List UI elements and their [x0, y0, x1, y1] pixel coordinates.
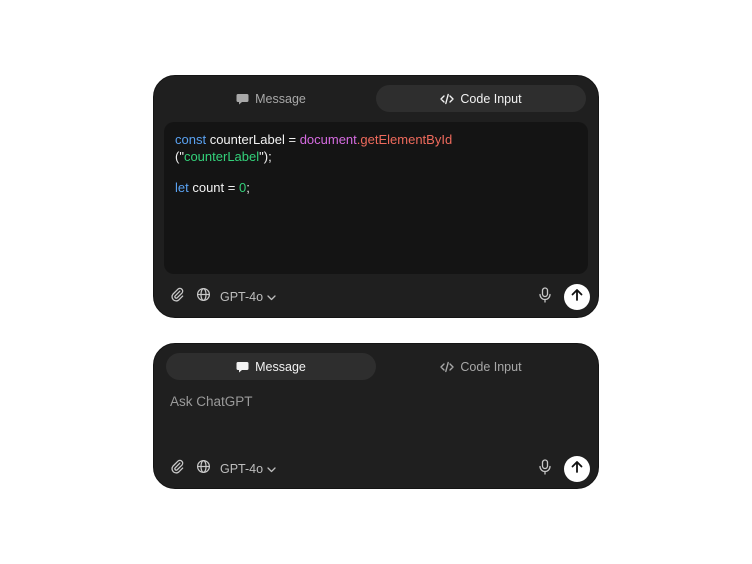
code-editor[interactable]: const counterLabel = document.getElement… [164, 122, 588, 274]
code-line-2: ("counterLabel"); [175, 149, 577, 166]
tab-label: Code Input [460, 359, 522, 374]
message-input[interactable] [170, 394, 530, 409]
voice-input-button[interactable] [534, 457, 556, 481]
web-search-button[interactable] [192, 285, 214, 309]
tab-message[interactable]: Message [166, 85, 376, 112]
globe-icon [196, 459, 211, 479]
arrow-up-icon [570, 460, 584, 479]
chat-bubble-icon [236, 93, 249, 105]
code-token: const [175, 132, 207, 147]
paperclip-icon [170, 287, 185, 307]
microphone-icon [539, 458, 551, 480]
web-search-button[interactable] [192, 457, 214, 481]
send-button[interactable] [564, 284, 590, 310]
attach-button[interactable] [166, 285, 188, 309]
paperclip-icon [170, 459, 185, 479]
code-line-1: const counterLabel = document.getElement… [175, 132, 577, 149]
composer-toolbar: GPT-4o [154, 456, 598, 482]
chevron-down-icon [267, 290, 276, 304]
code-token: counterLabel = [206, 132, 300, 147]
code-token: document [299, 132, 357, 147]
tab-label: Code Input [460, 91, 522, 106]
chat-bubble-icon [236, 361, 249, 373]
model-selector[interactable]: GPT-4o [220, 457, 276, 481]
composer-toolbar: GPT-4o [154, 284, 598, 310]
code-icon [440, 93, 455, 105]
code-token: .getElementById [356, 132, 453, 147]
tab-label: Message [255, 359, 306, 374]
tab-code-input[interactable]: Code Input [376, 85, 586, 112]
send-button[interactable] [564, 456, 590, 482]
attach-button[interactable] [166, 457, 188, 481]
arrow-up-icon [570, 288, 584, 307]
model-label: GPT-4o [220, 462, 264, 476]
chevron-down-icon [267, 462, 276, 476]
code-token: let [175, 180, 189, 195]
model-selector[interactable]: GPT-4o [220, 285, 276, 309]
voice-input-button[interactable] [534, 285, 556, 309]
tab-code-input[interactable]: Code Input [376, 353, 586, 380]
globe-icon [196, 287, 211, 307]
code-token: ; [246, 180, 250, 195]
code-icon [440, 361, 455, 373]
tab-message[interactable]: Message [166, 353, 376, 380]
code-token: "); [259, 148, 272, 164]
message-composer: Message Code Input GPT-4o [153, 343, 599, 489]
code-line-3: let count = 0; [175, 180, 577, 197]
tab-label: Message [255, 91, 306, 106]
microphone-icon [539, 286, 551, 308]
code-token: count = [188, 180, 239, 195]
code-token: counterLabel [183, 148, 260, 164]
code-token: (" [175, 148, 184, 164]
code-input-composer: Message Code Input const counterLabel = … [153, 75, 599, 318]
model-label: GPT-4o [220, 290, 264, 304]
